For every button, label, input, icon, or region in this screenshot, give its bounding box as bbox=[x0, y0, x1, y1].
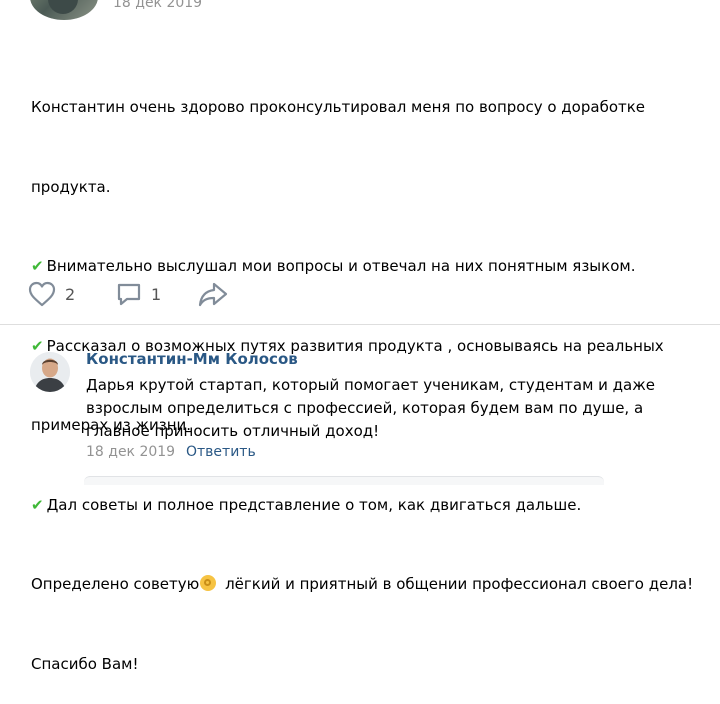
comment-author-name[interactable]: Константин-Мм Колосов bbox=[86, 350, 298, 368]
comment-count: 1 bbox=[151, 284, 162, 304]
post-line-item: ✔ Дал советы и полное представление о том… bbox=[31, 495, 582, 514]
next-comment-input-edge bbox=[84, 476, 604, 485]
comment-author-avatar[interactable] bbox=[30, 352, 70, 392]
comment-line: главное приносить отличный доход! bbox=[86, 422, 380, 440]
comment-line: взрослым определиться с профессией, кото… bbox=[86, 399, 644, 417]
post-author-avatar[interactable] bbox=[30, 0, 98, 20]
reply-link[interactable]: Ответить bbox=[186, 444, 256, 460]
avatar-image bbox=[30, 352, 70, 392]
post-date[interactable]: 18 дек 2019 bbox=[113, 0, 202, 11]
comment-icon bbox=[117, 283, 141, 306]
comment-button[interactable]: 1 bbox=[115, 278, 161, 310]
comment-date[interactable]: 18 дек 2019 bbox=[86, 444, 175, 460]
share-icon bbox=[198, 282, 228, 307]
like-count: 2 bbox=[65, 284, 76, 304]
check-icon: ✔ bbox=[31, 495, 44, 514]
comment-text: Дарья крутой стартап, который помогает у… bbox=[86, 374, 696, 443]
post-line: Определено советую лёгкий и приятный в о… bbox=[31, 575, 694, 593]
post-line: Спасибо Вам! bbox=[31, 654, 139, 673]
divider bbox=[0, 324, 720, 325]
comment-line: Дарья крутой стартап, который помогает у… bbox=[86, 376, 655, 394]
check-icon: ✔ bbox=[31, 257, 44, 275]
share-button[interactable] bbox=[197, 278, 229, 310]
post-text: Константин очень здорово проконсультиров… bbox=[31, 41, 701, 704]
check-icon: ✔ bbox=[31, 336, 44, 355]
heart-icon bbox=[28, 281, 56, 307]
post-line: Константин очень здорово проконсультиров… bbox=[31, 98, 646, 116]
post-line: продукта. bbox=[31, 177, 111, 196]
like-button[interactable]: 2 bbox=[27, 278, 75, 310]
ok-hand-emoji bbox=[200, 575, 217, 591]
post-line-item: ✔ Внимательно выслушал мои вопросы и отве… bbox=[31, 257, 636, 275]
